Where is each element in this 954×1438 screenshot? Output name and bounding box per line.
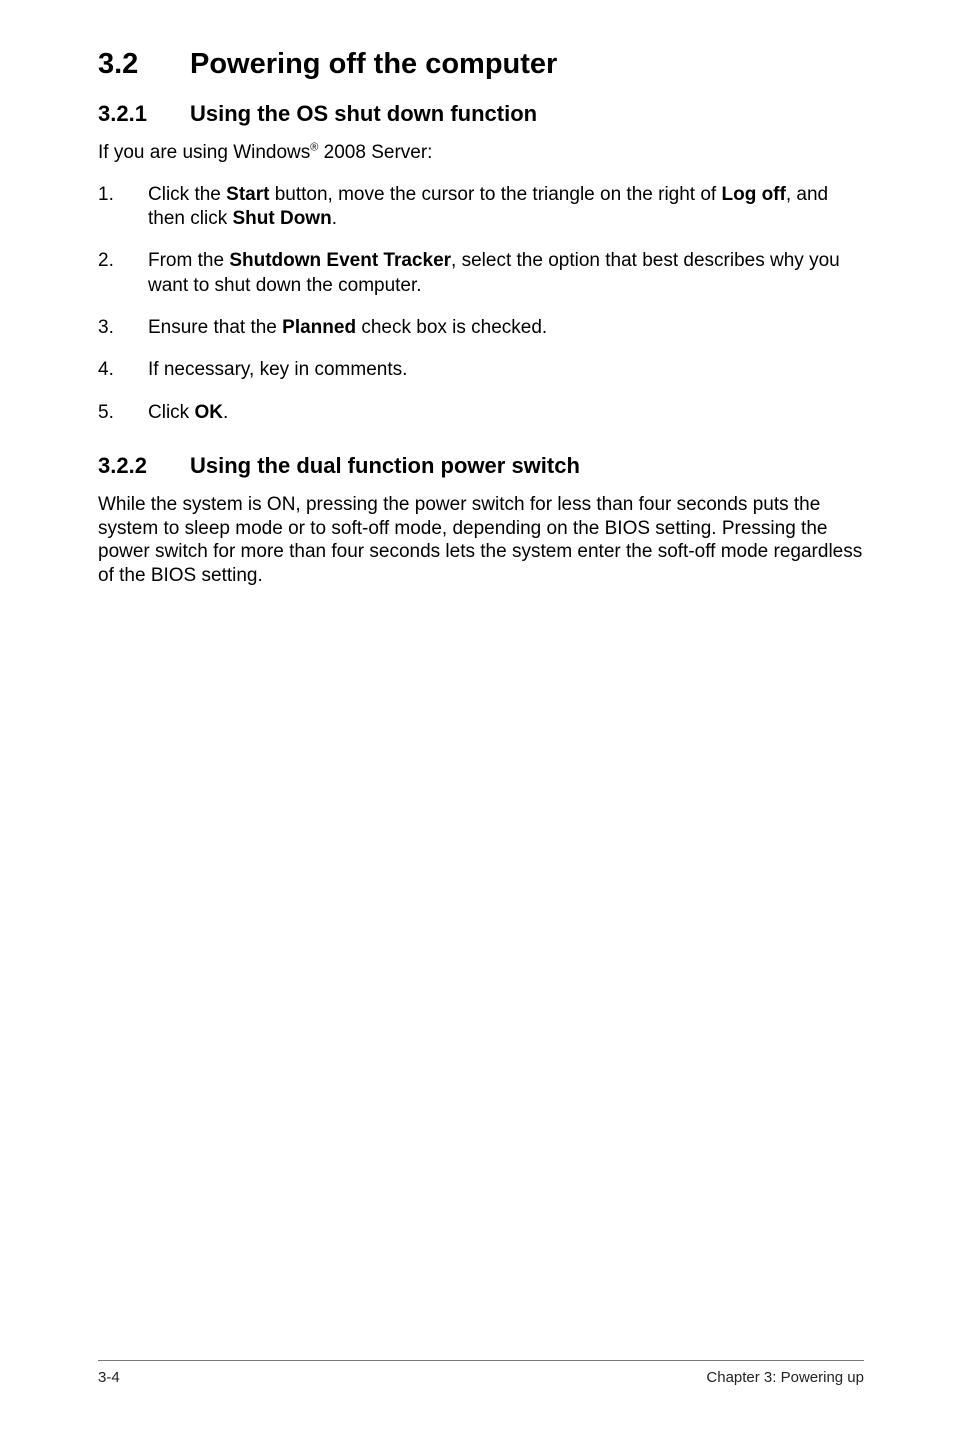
bold-text: Planned <box>282 317 356 338</box>
text-run: Click the <box>148 184 226 205</box>
step-marker: 1. <box>98 183 148 232</box>
section-number: 3.2 <box>98 48 190 81</box>
list-item: 2.From the Shutdown Event Tracker, selec… <box>98 249 864 298</box>
section-heading: 3.2Powering off the computer <box>98 48 864 81</box>
subsection-2-heading: 3.2.2Using the dual function power switc… <box>98 453 864 479</box>
subsection-1-number: 3.2.1 <box>98 101 190 127</box>
section-title-text: Powering off the computer <box>190 48 557 80</box>
text-run: If necessary, key in comments. <box>148 359 407 380</box>
steps-list: 1.Click the Start button, move the curso… <box>98 183 864 425</box>
subsection-2-para: While the system is ON, pressing the pow… <box>98 493 864 588</box>
text-run: From the <box>148 250 229 271</box>
step-content: If necessary, key in comments. <box>148 358 864 382</box>
step-marker: 5. <box>98 401 148 425</box>
step-content: Click OK. <box>148 401 864 425</box>
step-marker: 4. <box>98 358 148 382</box>
step-marker: 3. <box>98 316 148 340</box>
bold-text: Start <box>226 184 269 205</box>
subsection-1-title: Using the OS shut down function <box>190 101 537 126</box>
step-content: Click the Start button, move the cursor … <box>148 183 864 232</box>
page-footer: 3-4 Chapter 3: Powering up <box>98 1360 864 1386</box>
step-content: Ensure that the Planned check box is che… <box>148 316 864 340</box>
text-run: button, move the cursor to the triangle … <box>269 184 721 205</box>
bold-text: Log off <box>721 184 785 205</box>
text-run: . <box>223 402 228 423</box>
bold-text: OK <box>194 402 223 423</box>
list-item: 5.Click OK. <box>98 401 864 425</box>
page-content: 3.2Powering off the computer 3.2.1Using … <box>98 48 864 588</box>
intro-suffix: 2008 Server: <box>318 142 432 163</box>
text-run: Click <box>148 402 194 423</box>
subsection-2-title: Using the dual function power switch <box>190 453 580 478</box>
subsection-1-heading: 3.2.1Using the OS shut down function <box>98 101 864 127</box>
text-run: check box is checked. <box>356 317 547 338</box>
subsection-1-intro: If you are using Windows® 2008 Server: <box>98 141 864 165</box>
footer-page-number: 3-4 <box>98 1369 120 1386</box>
list-item: 1.Click the Start button, move the curso… <box>98 183 864 232</box>
list-item: 3.Ensure that the Planned check box is c… <box>98 316 864 340</box>
text-run: . <box>332 208 337 229</box>
intro-prefix: If you are using Windows <box>98 142 310 163</box>
subsection-2-number: 3.2.2 <box>98 453 190 479</box>
subsection-2: 3.2.2Using the dual function power switc… <box>98 453 864 588</box>
bold-text: Shut Down <box>232 208 331 229</box>
step-marker: 2. <box>98 249 148 298</box>
list-item: 4.If necessary, key in comments. <box>98 358 864 382</box>
step-content: From the Shutdown Event Tracker, select … <box>148 249 864 298</box>
footer-chapter: Chapter 3: Powering up <box>706 1369 864 1386</box>
text-run: Ensure that the <box>148 317 282 338</box>
bold-text: Shutdown Event Tracker <box>229 250 451 271</box>
